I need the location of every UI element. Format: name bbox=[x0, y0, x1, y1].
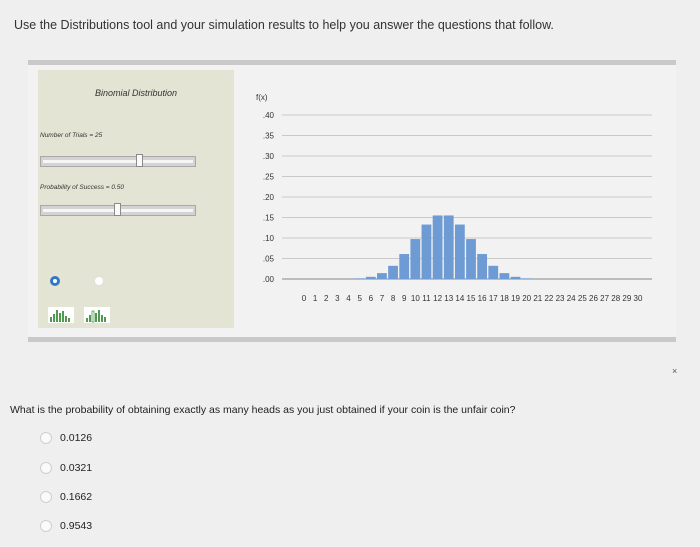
bar bbox=[466, 239, 476, 279]
tool-bottom-rule bbox=[28, 337, 676, 342]
close-icon[interactable]: × bbox=[672, 366, 677, 376]
parameter-panel: Binomial Distribution Number of Trials =… bbox=[38, 70, 234, 328]
bar bbox=[354, 278, 365, 279]
instructions-text: Use the Distributions tool and your simu… bbox=[14, 18, 554, 32]
x-tick-label: 10 bbox=[411, 294, 420, 303]
x-tick-label: 17 bbox=[489, 294, 498, 303]
radio-option-1[interactable] bbox=[50, 276, 60, 286]
x-tick-label: 30 bbox=[634, 294, 643, 303]
distributions-tool: Binomial Distribution Number of Trials =… bbox=[28, 60, 677, 376]
question-text: What is the probability of obtaining exa… bbox=[10, 404, 516, 416]
y-tick-label: .10 bbox=[263, 234, 275, 243]
x-tick-label: 23 bbox=[556, 294, 565, 303]
x-tick-label: 22 bbox=[544, 294, 553, 303]
bar bbox=[454, 224, 465, 279]
bar bbox=[477, 254, 488, 279]
x-tick-label: 11 bbox=[422, 294, 431, 303]
x-tick-label: 8 bbox=[391, 294, 396, 303]
x-tick-label: 14 bbox=[455, 294, 464, 303]
answer-radio-1[interactable] bbox=[40, 432, 52, 444]
bar bbox=[499, 273, 510, 279]
trials-label: Number of Trials = 25 bbox=[40, 132, 103, 139]
y-tick-label: .20 bbox=[263, 193, 275, 202]
trials-slider-track bbox=[43, 160, 193, 163]
answer-label-3: 0.1662 bbox=[60, 491, 93, 503]
y-axis-label: f(x) bbox=[256, 93, 268, 102]
bar bbox=[510, 276, 521, 279]
x-tick-label: 25 bbox=[578, 294, 587, 303]
radio-option-2[interactable] bbox=[94, 276, 104, 286]
trials-slider-thumb[interactable] bbox=[135, 154, 143, 167]
x-tick-label: 28 bbox=[611, 294, 620, 303]
answer-option-1[interactable]: 0.0126 bbox=[40, 431, 92, 445]
success-label: Probability of Success = 0.50 bbox=[40, 184, 125, 191]
x-tick-label: 20 bbox=[522, 294, 531, 303]
answer-radio-2[interactable] bbox=[40, 462, 52, 474]
bar bbox=[432, 215, 443, 279]
y-tick-label: .25 bbox=[263, 173, 275, 182]
bar bbox=[399, 254, 410, 279]
x-tick-label: 27 bbox=[600, 294, 609, 303]
tool-top-rule bbox=[28, 60, 676, 65]
x-tick-label: 21 bbox=[533, 294, 542, 303]
x-tick-label: 29 bbox=[622, 294, 631, 303]
y-tick-label: .35 bbox=[263, 132, 275, 141]
answer-label-4: 0.9543 bbox=[60, 520, 93, 532]
x-tick-label: 16 bbox=[478, 294, 487, 303]
x-tick-label: 6 bbox=[369, 294, 374, 303]
bar bbox=[365, 276, 376, 279]
answer-option-4[interactable]: 0.9543 bbox=[40, 519, 92, 533]
x-tick-label: 2 bbox=[324, 294, 329, 303]
bar bbox=[410, 239, 421, 279]
x-tick-label: 13 bbox=[444, 294, 453, 303]
bar-chart-icon[interactable] bbox=[48, 307, 74, 323]
success-slider[interactable] bbox=[40, 203, 196, 216]
y-tick-label: .30 bbox=[263, 152, 275, 161]
y-tick-label: .15 bbox=[263, 214, 275, 223]
y-tick-label: .05 bbox=[263, 255, 275, 264]
panel-title: Binomial Distribution bbox=[94, 88, 178, 98]
bar bbox=[488, 265, 499, 279]
x-tick-label: 12 bbox=[433, 294, 442, 303]
answer-radio-4[interactable] bbox=[40, 520, 52, 532]
x-tick-label: 26 bbox=[589, 294, 598, 303]
x-tick-label: 19 bbox=[511, 294, 520, 303]
bar bbox=[443, 215, 454, 279]
x-tick-label: 0 bbox=[302, 294, 307, 303]
x-tick-label: 18 bbox=[500, 294, 509, 303]
bar bbox=[377, 273, 387, 279]
x-tick-label: 24 bbox=[567, 294, 576, 303]
x-tick-label: 4 bbox=[346, 294, 351, 303]
answer-label-2: 0.0321 bbox=[60, 462, 93, 474]
bar-chart-outline-icon[interactable] bbox=[84, 307, 110, 323]
x-tick-label: 5 bbox=[357, 294, 362, 303]
trials-slider[interactable] bbox=[40, 154, 196, 167]
answer-option-3[interactable]: 0.1662 bbox=[40, 490, 92, 504]
answer-option-2[interactable]: 0.0321 bbox=[40, 461, 92, 475]
x-tick-label: 15 bbox=[467, 294, 476, 303]
x-tick-label: 9 bbox=[402, 294, 407, 303]
x-tick-label: 3 bbox=[335, 294, 340, 303]
x-tick-label: 7 bbox=[380, 294, 385, 303]
answer-radio-3[interactable] bbox=[40, 491, 52, 503]
bar bbox=[388, 265, 398, 279]
y-tick-label: .00 bbox=[263, 275, 275, 284]
success-slider-thumb[interactable] bbox=[114, 203, 121, 216]
bar bbox=[421, 224, 432, 279]
y-tick-label: .40 bbox=[263, 111, 275, 120]
bar bbox=[521, 278, 532, 279]
binomial-chart: f(x).40.35.30.25.20.15.10.05.000 1 2 3 4 5 6 7 8… bbox=[256, 93, 652, 303]
x-tick-label: 1 bbox=[313, 294, 318, 303]
answer-label-1: 0.0126 bbox=[60, 432, 93, 444]
